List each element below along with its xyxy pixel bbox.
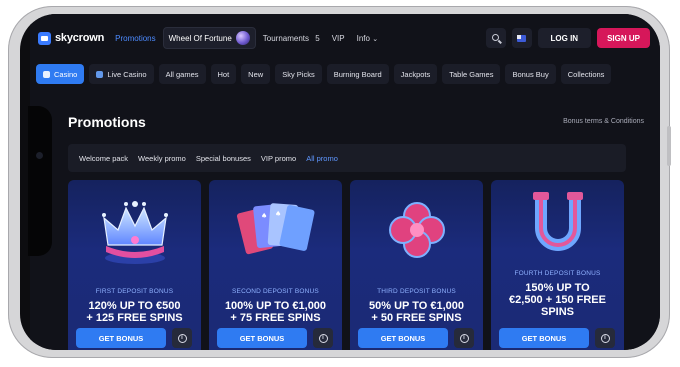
card-offer-line1: 150% UP TO (525, 282, 590, 294)
info-icon: i (600, 333, 610, 343)
logo[interactable]: skycrown (38, 31, 105, 45)
signup-button[interactable]: SIGN UP (597, 28, 650, 48)
tab-all-promo[interactable]: All promo (301, 154, 343, 163)
flag-icon (517, 34, 527, 42)
category-jackpots[interactable]: Jackpots (393, 64, 438, 84)
category-all-games[interactable]: All games (158, 64, 206, 84)
category-casino[interactable]: Casino (36, 64, 85, 84)
category-sky-picks[interactable]: Sky Picks (275, 64, 322, 84)
info-button[interactable]: i (313, 328, 333, 348)
info-button[interactable]: i (454, 328, 474, 348)
svg-text:♠: ♠ (261, 212, 267, 220)
info-icon: i (459, 333, 469, 343)
clover-icon (388, 202, 445, 258)
camera-notch (28, 106, 52, 256)
search-icon (491, 34, 499, 41)
phone-screen-bezel: skycrown Promotions Wheel Of Fortune Tou… (20, 14, 660, 350)
card-art (350, 180, 483, 280)
card-art (491, 180, 624, 270)
card-offer-line2: + 50 FREE SPINS (371, 312, 462, 324)
logo-text: skycrown (55, 32, 105, 44)
nav-wheel-of-fortune[interactable]: Wheel Of Fortune (162, 27, 256, 49)
category-burning-board[interactable]: Burning Board (326, 64, 389, 84)
tab-vip-promo[interactable]: VIP promo (256, 154, 301, 163)
promo-card-third-deposit: THIRD DEPOSIT BONUS 50% UP TO €1,000 + 5… (350, 180, 483, 350)
promo-card-fourth-deposit: FOURTH DEPOSIT BONUS 150% UP TO €2,500 +… (491, 180, 624, 350)
horseshoe-icon (532, 192, 583, 251)
chevron-down-icon: ⌄ (372, 35, 379, 43)
category-live-casino[interactable]: Live Casino (89, 64, 154, 84)
card-offer-line2: + 125 FREE SPINS (86, 312, 183, 324)
category-table-games[interactable]: Table Games (442, 64, 501, 84)
category-bar: Casino Live Casino All games Hot New Sky… (36, 64, 612, 84)
top-nav: Promotions Wheel Of Fortune Tournaments … (110, 27, 383, 49)
nav-info-label: Info (356, 33, 370, 43)
promo-cards: FIRST DEPOSIT BONUS 120% UP TO €500 + 12… (68, 180, 624, 350)
promo-tabs: Welcome pack Weekly promo Special bonuse… (68, 144, 626, 172)
category-hot[interactable]: Hot (210, 64, 237, 84)
search-button[interactable] (485, 28, 506, 48)
card-label: THIRD DEPOSIT BONUS (377, 288, 456, 295)
card-label: FIRST DEPOSIT BONUS (95, 288, 174, 295)
info-button[interactable]: i (595, 328, 615, 348)
category-bonus-buy[interactable]: Bonus Buy (505, 64, 556, 84)
nav-tournaments-badge: 5 (315, 33, 320, 43)
top-header: skycrown Promotions Wheel Of Fortune Tou… (30, 14, 660, 62)
card-label: FOURTH DEPOSIT BONUS (514, 270, 601, 277)
nav-tournaments-label: Tournaments (262, 33, 310, 43)
info-icon: i (318, 333, 328, 343)
category-label: Live Casino (107, 69, 147, 79)
bonus-terms-link[interactable]: Bonus terms & Conditions (563, 118, 644, 125)
get-bonus-button[interactable]: GET BONUS (358, 328, 448, 348)
nav-wheel-label: Wheel Of Fortune (168, 33, 232, 43)
card-art (68, 180, 201, 280)
card-label: SECOND DEPOSIT BONUS (232, 288, 319, 295)
svg-text:♠: ♠ (275, 210, 281, 218)
card-art: ♠ ♠ (209, 180, 342, 280)
get-bonus-button[interactable]: GET BONUS (76, 328, 166, 348)
card-offer-line1: 100% UP TO €1,000 (224, 300, 327, 312)
camera-icon (36, 152, 43, 159)
app-screen: skycrown Promotions Wheel Of Fortune Tou… (30, 14, 660, 350)
category-collections[interactable]: Collections (560, 64, 612, 84)
page-title: Promotions (68, 114, 146, 130)
get-bonus-button[interactable]: GET BONUS (217, 328, 307, 348)
nav-vip[interactable]: VIP (327, 31, 350, 46)
tab-special-bonuses[interactable]: Special bonuses (191, 154, 256, 163)
promo-card-second-deposit: ♠ ♠ SECOND DEPOSIT BONUS 100% UP TO €1,0… (209, 180, 342, 350)
category-label: Casino (54, 69, 78, 79)
casino-icon (43, 70, 50, 78)
tab-welcome-pack[interactable]: Welcome pack (74, 154, 133, 163)
header-actions: LOG IN SIGN UP (485, 28, 650, 48)
nav-info[interactable]: Info ⌄ (352, 31, 383, 46)
info-icon: i (177, 333, 187, 343)
card-offer-line2: + 75 FREE SPINS (230, 312, 321, 324)
promo-card-first-deposit: FIRST DEPOSIT BONUS 120% UP TO €500 + 12… (68, 180, 201, 350)
crown-icon (101, 201, 168, 264)
login-button[interactable]: LOG IN (537, 28, 592, 48)
nav-tournaments[interactable]: Tournaments 5 (258, 31, 325, 46)
info-button[interactable]: i (172, 328, 192, 348)
card-offer-line1: 50% UP TO €1,000 (369, 300, 464, 312)
phone-frame: skycrown Promotions Wheel Of Fortune Tou… (8, 6, 671, 358)
category-new[interactable]: New (241, 64, 271, 84)
nav-promotions[interactable]: Promotions (110, 31, 160, 46)
cards-icon: ♠ ♠ (236, 203, 315, 255)
get-bonus-button[interactable]: GET BONUS (499, 328, 589, 348)
live-casino-icon (96, 70, 104, 78)
wheel-orb-icon (235, 31, 250, 45)
language-button[interactable] (511, 28, 532, 48)
card-offer-line1: 120% UP TO €500 (88, 300, 181, 312)
logo-icon (38, 31, 51, 45)
phone-side-button (667, 126, 671, 166)
card-offer-line3: SPINS (540, 306, 574, 318)
card-offer-line2: €2,500 + 150 FREE (509, 294, 606, 306)
tab-weekly-promo[interactable]: Weekly promo (133, 154, 191, 163)
